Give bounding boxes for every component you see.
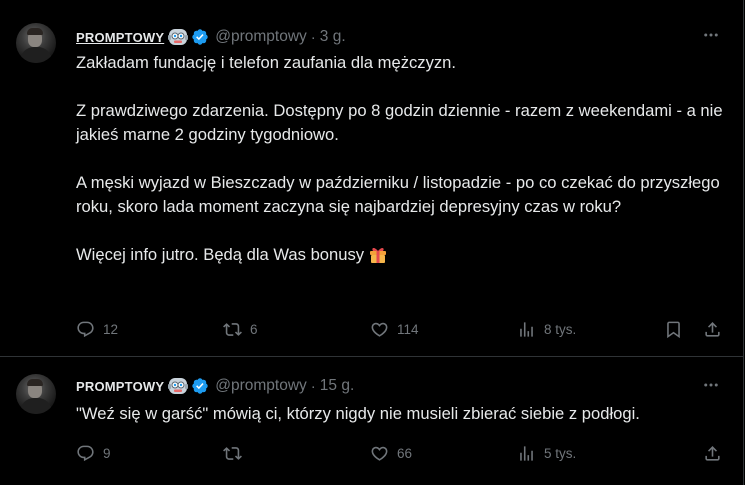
timestamp[interactable]: 3 g. — [320, 28, 346, 46]
view-count: 8 tys. — [544, 321, 577, 337]
view-count: 5 tys. — [544, 445, 577, 461]
share-icon — [703, 444, 722, 463]
tweet-paragraph: "Weź się w garść" mówią ci, którzy nigdy… — [76, 404, 640, 423]
reply-icon — [76, 444, 95, 463]
retweet-icon — [223, 444, 242, 463]
share-button[interactable] — [703, 318, 722, 340]
share-button[interactable] — [703, 442, 722, 464]
tweet-actions: 9 66 5 tys. — [76, 442, 726, 464]
display-name[interactable]: PROMPTOWY — [76, 30, 164, 45]
reply-button[interactable]: 12 — [76, 318, 118, 340]
retweet-count: 6 — [250, 321, 258, 337]
share-icon — [703, 320, 722, 339]
timestamp[interactable]: 15 g. — [320, 377, 354, 395]
tweet-text: "Weź się w garść" mówią ci, którzy nigdy… — [76, 402, 726, 426]
tweet-text: Zakładam fundację i telefon zaufania dla… — [76, 51, 726, 271]
retweet-button[interactable]: 6 — [223, 318, 258, 340]
reply-button[interactable]: 9 — [76, 442, 111, 464]
more-options-icon[interactable] — [701, 375, 721, 395]
views-button[interactable]: 8 tys. — [517, 318, 576, 340]
retweet-button[interactable] — [223, 442, 250, 464]
tweet-paragraph-text: Więcej info jutro. Będą dla Was bonusy — [76, 245, 365, 264]
tweet-paragraph-last: Więcej info jutro. Będą dla Was bonusy — [76, 243, 726, 271]
avatar[interactable] — [16, 374, 56, 414]
tweet-paragraph: A męski wyjazd w Bieszczady w październi… — [76, 173, 720, 216]
reply-count: 9 — [103, 445, 111, 461]
reply-count: 12 — [103, 321, 119, 337]
verified-badge-icon — [191, 28, 209, 46]
retweet-icon — [223, 320, 242, 339]
like-count: 114 — [397, 321, 419, 337]
views-button[interactable]: 5 tys. — [517, 442, 576, 464]
tweet-header: PROMPTOWY @promptowy · 15 g. — [76, 376, 354, 396]
like-button[interactable]: 114 — [370, 318, 419, 340]
more-options-icon[interactable] — [701, 25, 721, 45]
tweet-paragraph: Z prawdziwego zdarzenia. Dostępny po 8 g… — [76, 101, 723, 144]
bookmark-icon — [664, 320, 683, 339]
like-count: 66 — [397, 445, 413, 461]
separator-dot: · — [310, 28, 316, 46]
views-icon — [517, 444, 536, 463]
timeline-frame: PROMPTOWY @promptowy · 3 g. Zakładam fun… — [0, 0, 744, 485]
bookmark-button[interactable] — [664, 318, 683, 340]
robot-emoji-icon — [168, 377, 189, 395]
gift-emoji-icon — [368, 244, 388, 271]
tweet-paragraph: Zakładam fundację i telefon zaufania dla… — [76, 53, 457, 72]
tweet-header: PROMPTOWY @promptowy · 3 g. — [76, 27, 346, 47]
like-button[interactable]: 66 — [370, 442, 412, 464]
avatar[interactable] — [16, 23, 56, 63]
reply-icon — [76, 320, 95, 339]
handle[interactable]: @promptowy — [215, 28, 307, 46]
verified-badge-icon — [191, 377, 209, 395]
heart-icon — [370, 444, 389, 463]
tweet[interactable]: PROMPTOWY @promptowy · 3 g. Zakładam fun… — [0, 0, 743, 357]
views-icon — [517, 320, 536, 339]
heart-icon — [370, 320, 389, 339]
robot-emoji-icon — [168, 28, 189, 46]
display-name[interactable]: PROMPTOWY — [76, 379, 164, 394]
separator-dot: · — [310, 377, 316, 395]
handle[interactable]: @promptowy — [215, 377, 307, 395]
tweet-actions: 12 6 114 8 tys. — [76, 318, 726, 340]
